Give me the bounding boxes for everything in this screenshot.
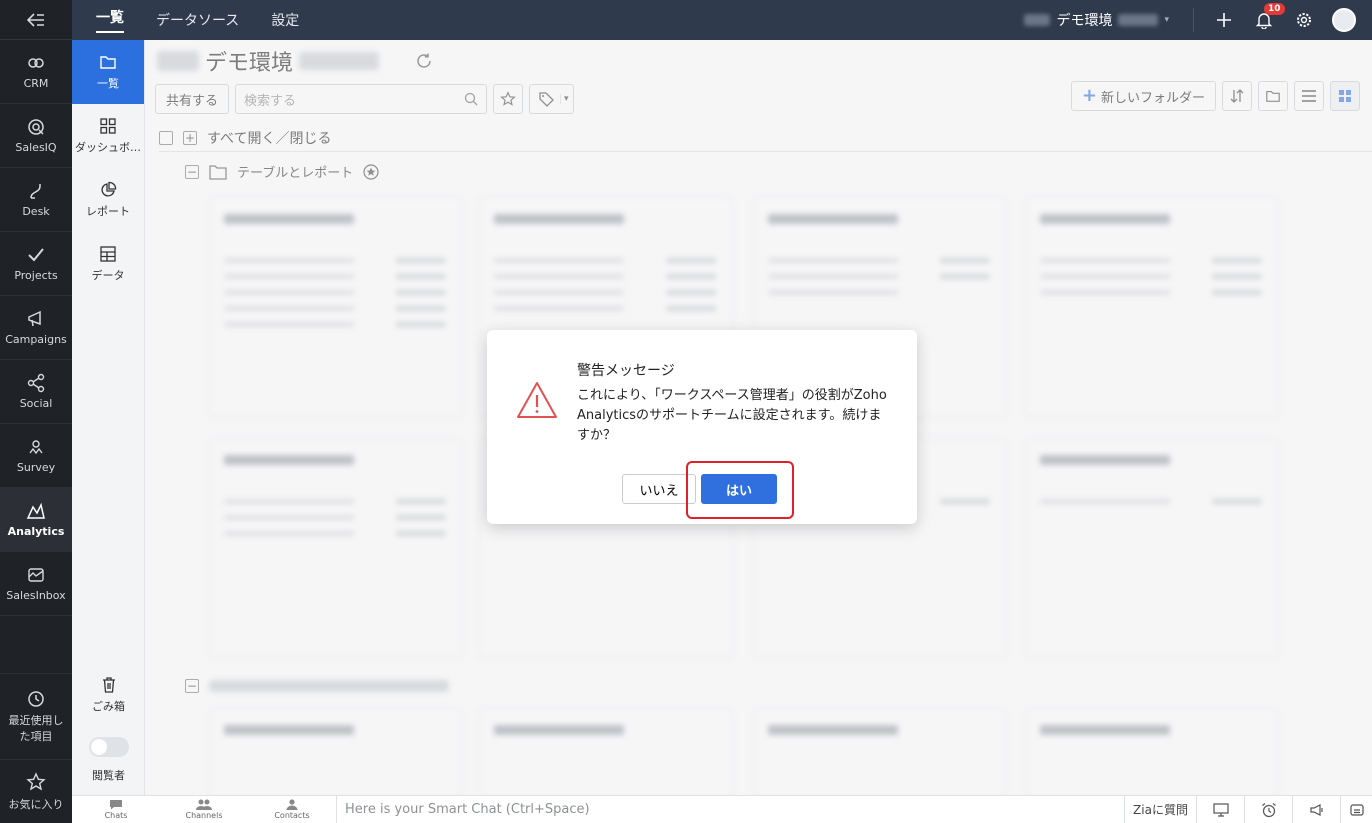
- tab-settings[interactable]: 設定: [255, 0, 315, 40]
- contacts-button[interactable]: Contacts: [248, 799, 336, 820]
- add-button[interactable]: [1204, 12, 1244, 28]
- rail-item-recent[interactable]: 最近使用した項目: [0, 673, 72, 759]
- subnav-item-report[interactable]: レポート: [72, 168, 144, 232]
- rail-item-salesinbox[interactable]: SalesInbox: [0, 552, 72, 616]
- no-button[interactable]: いいえ: [622, 474, 696, 504]
- subnav-item-list[interactable]: 一覧: [72, 40, 144, 104]
- projects-icon: [28, 248, 44, 262]
- rail-label: Desk: [22, 205, 50, 218]
- survey-icon: [29, 440, 43, 455]
- rail-label: Projects: [14, 269, 58, 282]
- rail-label: Survey: [16, 461, 56, 474]
- screen-share-button[interactable]: [1196, 795, 1244, 823]
- ask-zia-button[interactable]: Ziaに質問: [1124, 795, 1196, 823]
- back-arrow-icon: [27, 12, 44, 27]
- rail-label: Campaigns: [5, 333, 67, 346]
- top-header: 一覧 データソース 設定 デモ環境 ▾ 10: [72, 0, 1372, 40]
- rail-item-favorites[interactable]: お気に入り: [0, 759, 72, 823]
- rail-item-salesiq[interactable]: SalesIQ: [0, 104, 72, 168]
- avatar[interactable]: [1332, 8, 1356, 32]
- announcement-button[interactable]: [1292, 795, 1340, 823]
- rail-item-social[interactable]: Social: [0, 360, 72, 424]
- star-icon: [26, 771, 46, 790]
- tab-list[interactable]: 一覧: [80, 0, 140, 40]
- subnav-item-data[interactable]: データ: [72, 232, 144, 296]
- app-rail: CRM SalesIQ Desk Projects Campaigns Soci…: [0, 0, 72, 823]
- rail-item-projects[interactable]: Projects: [0, 232, 72, 296]
- tab-datasource[interactable]: データソース: [140, 0, 255, 40]
- analytics-icon: [26, 502, 45, 519]
- notification-badge: 10: [1264, 2, 1285, 15]
- rail-label: お気に入り: [8, 797, 64, 811]
- rail-label: 最近使用した項目: [8, 713, 64, 743]
- social-icon: [27, 373, 45, 393]
- rail-item-crm[interactable]: CRM: [0, 40, 72, 104]
- rail-label: CRM: [23, 77, 49, 90]
- collapse-button[interactable]: [0, 0, 72, 40]
- cloud-icon: [1349, 803, 1364, 816]
- pie-chart-icon: [101, 181, 117, 197]
- chevron-down-icon: ▾: [1164, 15, 1169, 25]
- apps-button[interactable]: [1340, 795, 1372, 823]
- campaigns-icon: [28, 310, 41, 327]
- history-icon: [28, 690, 44, 707]
- rail-item-desk[interactable]: Desk: [0, 168, 72, 232]
- notifications-button[interactable]: 10: [1244, 2, 1285, 29]
- workspace-switcher[interactable]: デモ環境 ▾: [1024, 8, 1194, 32]
- dialog-title: 警告メッセージ: [577, 363, 675, 379]
- rail-label: SalesInbox: [6, 589, 66, 602]
- folder-icon: [100, 56, 116, 69]
- monitor-icon: [1212, 802, 1229, 817]
- rail-item-campaigns[interactable]: Campaigns: [0, 296, 72, 360]
- subnav-item-trash[interactable]: ごみ箱: [72, 665, 145, 725]
- rail-label: Social: [19, 397, 53, 410]
- viewer-toggle-group: 閲覧者: [72, 725, 145, 795]
- rail-item-analytics[interactable]: Analytics: [0, 488, 72, 552]
- salesiq-icon: [28, 119, 44, 135]
- plus-icon: [1217, 13, 1231, 27]
- user-icon: [286, 799, 298, 810]
- trash-icon: [102, 677, 115, 693]
- gear-icon: [1297, 13, 1311, 27]
- bottom-bar: Chats Channels Contacts Here is your Sma…: [72, 795, 1372, 823]
- rail-label: SalesIQ: [15, 141, 57, 154]
- rail-item-survey[interactable]: Survey: [0, 424, 72, 488]
- users-icon: [196, 799, 212, 810]
- settings-button[interactable]: [1284, 12, 1324, 28]
- dialog-message: これにより、「ワークスペース管理者」の役割がZoho Analyticsのサポー…: [577, 388, 887, 443]
- alarm-button[interactable]: [1244, 795, 1292, 823]
- channels-button[interactable]: Channels: [160, 799, 248, 820]
- smart-chat-input[interactable]: Here is your Smart Chat (Ctrl+Space): [337, 802, 1124, 817]
- rail-label: Analytics: [7, 525, 65, 538]
- dashboard-icon: [100, 118, 116, 134]
- salesinbox-icon: [28, 568, 44, 582]
- bottom-right-tools: Ziaに質問: [1124, 795, 1372, 823]
- workspace-name: デモ環境: [1056, 13, 1113, 29]
- chats-button[interactable]: Chats: [72, 799, 160, 820]
- desk-icon: [30, 184, 41, 199]
- table-icon: [100, 246, 116, 262]
- alarm-clock-icon: [1261, 802, 1276, 817]
- crm-icon: [28, 58, 44, 68]
- highlight-box: [686, 461, 794, 519]
- warning-icon: [517, 382, 557, 418]
- megaphone-icon: [1309, 803, 1323, 816]
- chat-icon: [110, 800, 122, 810]
- viewer-toggle[interactable]: [88, 737, 129, 757]
- subnav-item-dashboard[interactable]: ダッシュボ…: [72, 104, 144, 168]
- secondary-nav: 一覧 ダッシュボ… レポート データ ごみ箱 閲覧者: [72, 40, 145, 795]
